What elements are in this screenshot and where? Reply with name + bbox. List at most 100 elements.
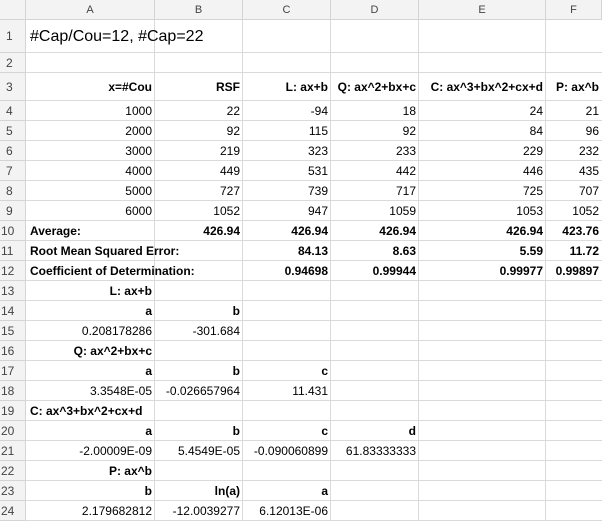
row-header-20[interactable]: 20 — [0, 421, 26, 441]
param-label-cell[interactable]: b — [155, 421, 243, 441]
row-header-19[interactable]: 19 — [0, 401, 26, 421]
row-header-18[interactable]: 18 — [0, 381, 26, 401]
row-header-12[interactable]: 12 — [0, 261, 26, 281]
data-cell[interactable]: 1059 — [331, 201, 419, 221]
data-cell[interactable]: 947 — [243, 201, 331, 221]
param-value-cell[interactable]: 0.208178286 — [26, 321, 155, 341]
row-header-10[interactable]: 10 — [0, 221, 26, 241]
data-cell[interactable]: -94 — [243, 101, 331, 121]
row-header-7[interactable]: 7 — [0, 161, 26, 181]
row-header-8[interactable]: 8 — [0, 181, 26, 201]
average-value-cell[interactable]: 426.94 — [243, 221, 331, 241]
data-cell[interactable]: 727 — [155, 181, 243, 201]
r2-label-cell[interactable]: Coefficient of Determination: — [27, 261, 247, 281]
row-header-15[interactable]: 15 — [0, 321, 26, 341]
header-x-cell[interactable]: x=#Cou — [26, 73, 155, 101]
data-cell[interactable]: 5000 — [26, 181, 155, 201]
data-cell[interactable]: 115 — [243, 121, 331, 141]
row-header-17[interactable]: 17 — [0, 361, 26, 381]
r2-value-cell[interactable]: 0.99977 — [419, 261, 546, 281]
param-value-cell[interactable]: -2.00009E-09 — [26, 441, 155, 461]
data-cell[interactable]: 92 — [155, 121, 243, 141]
data-cell[interactable]: 22 — [155, 101, 243, 121]
data-cell[interactable]: 717 — [331, 181, 419, 201]
data-cell[interactable]: 219 — [155, 141, 243, 161]
row-header-23[interactable]: 23 — [0, 481, 26, 501]
data-cell[interactable]: 2000 — [26, 121, 155, 141]
column-header-e[interactable]: E — [419, 0, 546, 20]
column-header-a[interactable]: A — [26, 0, 155, 20]
param-label-cell[interactable]: a — [26, 301, 155, 321]
r2-value-cell[interactable]: 0.99897 — [546, 261, 602, 281]
param-label-cell[interactable]: b — [26, 481, 155, 501]
average-value-cell[interactable]: 426.94 — [331, 221, 419, 241]
row-header-2[interactable]: 2 — [0, 53, 26, 73]
param-value-cell[interactable]: 61.83333333 — [331, 441, 419, 461]
header-quadratic-cell[interactable]: Q: ax^2+bx+c — [331, 73, 419, 101]
row-header-5[interactable]: 5 — [0, 121, 26, 141]
data-cell[interactable]: 233 — [331, 141, 419, 161]
column-header-c[interactable]: C — [243, 0, 331, 20]
linear-block-title-cell[interactable]: L: ax+b — [26, 281, 155, 301]
data-cell[interactable]: 4000 — [26, 161, 155, 181]
param-value-cell[interactable]: -0.090060899 — [243, 441, 331, 461]
data-cell[interactable]: 232 — [546, 141, 602, 161]
cubic-block-title-cell[interactable]: C: ax^3+bx^2+cx+d — [27, 401, 227, 421]
data-cell[interactable]: 531 — [243, 161, 331, 181]
header-rsf-cell[interactable]: RSF — [155, 73, 243, 101]
data-cell[interactable]: 229 — [419, 141, 546, 161]
header-cubic-cell[interactable]: C: ax^3+bx^2+cx+d — [419, 73, 546, 101]
param-label-cell[interactable]: c — [243, 421, 331, 441]
data-cell[interactable]: 6000 — [26, 201, 155, 221]
data-cell[interactable]: 739 — [243, 181, 331, 201]
row-header-24[interactable]: 24 — [0, 501, 26, 521]
row-header-4[interactable]: 4 — [0, 101, 26, 121]
row-header-11[interactable]: 11 — [0, 241, 26, 261]
r2-value-cell[interactable]: 0.99944 — [331, 261, 419, 281]
param-value-cell[interactable]: -0.026657964 — [155, 381, 243, 401]
rmse-value-cell[interactable]: 5.59 — [419, 241, 546, 261]
row-header-3[interactable]: 3 — [0, 73, 26, 101]
row-header-6[interactable]: 6 — [0, 141, 26, 161]
row-header-13[interactable]: 13 — [0, 281, 26, 301]
rmse-value-cell[interactable]: 11.72 — [546, 241, 602, 261]
row-header-22[interactable]: 22 — [0, 461, 26, 481]
rmse-label-cell[interactable]: Root Mean Squared Error: — [27, 241, 247, 261]
data-cell[interactable]: 1053 — [419, 201, 546, 221]
data-cell[interactable]: 92 — [331, 121, 419, 141]
row-header-14[interactable]: 14 — [0, 301, 26, 321]
data-cell[interactable]: 3000 — [26, 141, 155, 161]
data-cell[interactable]: 442 — [331, 161, 419, 181]
param-label-cell[interactable]: b — [155, 301, 243, 321]
param-value-cell[interactable]: 3.3548E-05 — [26, 381, 155, 401]
data-cell[interactable]: 707 — [546, 181, 602, 201]
param-value-cell[interactable]: -12.0039277 — [155, 501, 243, 521]
param-label-cell[interactable]: a — [243, 481, 331, 501]
row-header-21[interactable]: 21 — [0, 441, 26, 461]
data-cell[interactable]: 84 — [419, 121, 546, 141]
data-cell[interactable]: 323 — [243, 141, 331, 161]
data-cell[interactable]: 1052 — [546, 201, 602, 221]
column-header-b[interactable]: B — [155, 0, 243, 20]
column-header-d[interactable]: D — [331, 0, 419, 20]
data-cell[interactable]: 1052 — [155, 201, 243, 221]
sheet-title-cell[interactable]: #Cap/Cou=12, #Cap=22 — [27, 20, 327, 53]
param-value-cell[interactable]: 5.4549E-05 — [155, 441, 243, 461]
power-block-title-cell[interactable]: P: ax^b — [26, 461, 155, 481]
data-cell[interactable]: 725 — [419, 181, 546, 201]
data-cell[interactable]: 449 — [155, 161, 243, 181]
row-header-1[interactable]: 1 — [0, 20, 26, 53]
select-all-corner[interactable] — [0, 0, 26, 20]
param-value-cell[interactable]: 2.179682812 — [26, 501, 155, 521]
param-label-cell[interactable]: b — [155, 361, 243, 381]
param-label-cell[interactable]: a — [26, 361, 155, 381]
row-header-16[interactable]: 16 — [0, 341, 26, 361]
average-value-cell[interactable]: 423.76 — [546, 221, 602, 241]
param-label-cell[interactable]: ln(a) — [155, 481, 243, 501]
param-value-cell[interactable]: 6.12013E-06 — [243, 501, 331, 521]
average-value-cell[interactable]: 426.94 — [155, 221, 243, 241]
rmse-value-cell[interactable]: 8.63 — [331, 241, 419, 261]
data-cell[interactable]: 446 — [419, 161, 546, 181]
data-cell[interactable]: 21 — [546, 101, 602, 121]
data-cell[interactable]: 96 — [546, 121, 602, 141]
